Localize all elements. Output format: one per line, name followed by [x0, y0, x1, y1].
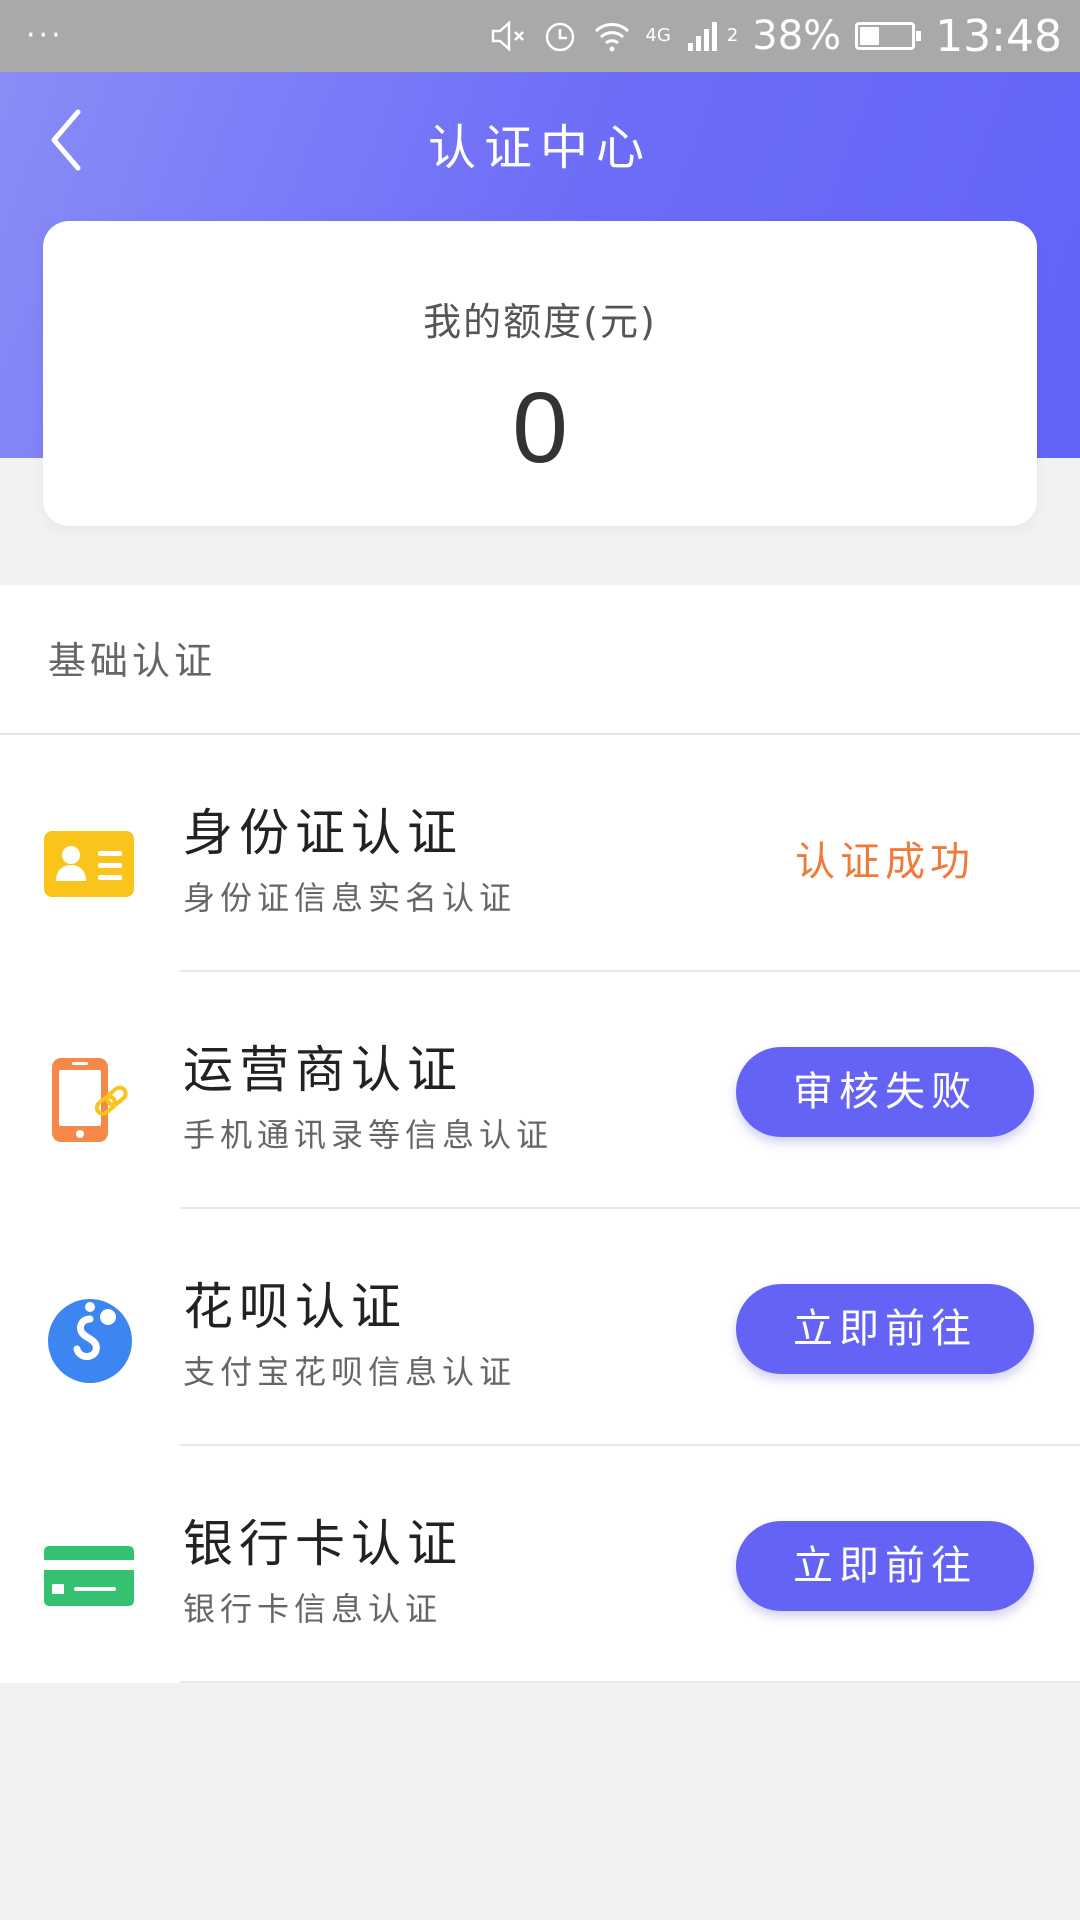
divider	[180, 1681, 1080, 1683]
go-now-button[interactable]: 立即前往	[736, 1521, 1034, 1611]
battery-percent: 38%	[752, 13, 842, 59]
item-title: 运营商认证	[183, 1041, 463, 1099]
basic-verification-section: 基础认证 身份证认证 身份证信息实名认证 认证成功 运营商认证 手机通讯录等信息…	[0, 585, 1080, 1683]
item-title: 银行卡认证	[183, 1515, 463, 1573]
network-type: 4G	[645, 24, 671, 46]
wifi-icon	[595, 23, 630, 52]
mute-icon	[492, 20, 525, 52]
bank-card-icon	[44, 1546, 134, 1606]
page-title: 认证中心	[427, 120, 652, 176]
item-subtitle: 身份证信息实名认证	[183, 879, 517, 917]
list-item-bank-card[interactable]: 银行卡认证 银行卡信息认证 立即前往	[0, 1446, 1080, 1683]
clock: 13:48	[935, 10, 1062, 62]
go-now-button[interactable]: 立即前往	[736, 1284, 1034, 1374]
item-title: 身份证认证	[183, 804, 463, 862]
list-item-id-card[interactable]: 身份证认证 身份证信息实名认证 认证成功	[0, 735, 1080, 972]
list-item-huabei[interactable]: 花呗认证 支付宝花呗信息认证 立即前往	[0, 1209, 1080, 1446]
mobile-phone-icon	[52, 1058, 128, 1142]
quota-card: 我的额度(元) 0	[43, 221, 1037, 526]
item-title: 花呗认证	[183, 1278, 407, 1336]
notification-dots: ···	[26, 18, 64, 53]
item-subtitle: 支付宝花呗信息认证	[183, 1353, 517, 1391]
list-item-carrier[interactable]: 运营商认证 手机通讯录等信息认证 审核失败	[0, 972, 1080, 1209]
huabei-icon	[48, 1299, 132, 1383]
quota-label: 我的额度(元)	[423, 300, 657, 344]
signal-icon	[687, 22, 717, 51]
quota-value: 0	[512, 372, 568, 484]
alarm-icon	[546, 22, 575, 52]
battery-icon	[855, 22, 922, 50]
status-success-text: 认证成功	[795, 839, 975, 885]
id-card-icon	[44, 831, 134, 897]
review-failed-button[interactable]: 审核失败	[736, 1047, 1034, 1137]
item-subtitle: 银行卡信息认证	[183, 1590, 443, 1628]
section-title: 基础认证	[0, 585, 1080, 735]
item-subtitle: 手机通讯录等信息认证	[183, 1116, 554, 1154]
status-bar: ··· 4G 2 38% 13:48	[0, 0, 1080, 72]
sim-number: 2	[726, 24, 739, 46]
